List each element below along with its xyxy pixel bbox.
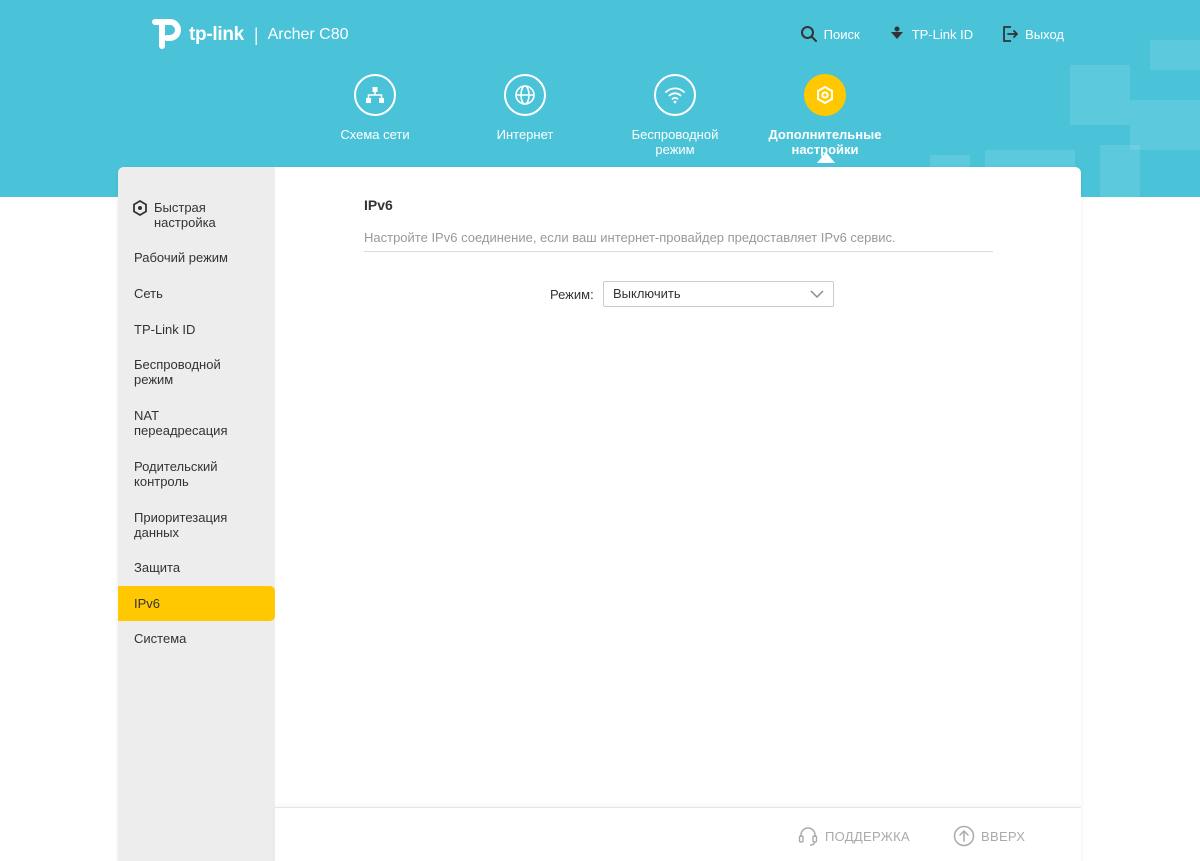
- sidebar-item-system[interactable]: Система: [118, 631, 275, 646]
- back-to-top-link[interactable]: ВВЕРХ: [953, 825, 1025, 847]
- chevron-down-icon: [810, 290, 824, 298]
- tp-link-logo-icon: [152, 18, 186, 52]
- footer-bar: ПОДДЕРЖКА ВВЕРХ: [275, 807, 1081, 861]
- tab-network-map-label: Схема сети: [340, 127, 410, 142]
- sidebar-item-operation-mode[interactable]: Рабочий режим: [118, 250, 275, 265]
- sidebar-item-wireless[interactable]: Беспроводной режим: [118, 357, 228, 387]
- sidebar-item-quick-setup-label: Быстрая настройка: [154, 200, 216, 230]
- search-icon: [800, 26, 817, 42]
- sidebar-item-network[interactable]: Сеть: [118, 286, 275, 301]
- wifi-icon: [654, 74, 696, 116]
- main-content: IPv6 Настройте IPv6 соединение, если ваш…: [275, 167, 1081, 807]
- tp-link-logo: tp-link | Archer C80: [152, 18, 349, 52]
- header-decoration: [1100, 145, 1140, 197]
- header-decoration: [1130, 100, 1200, 150]
- back-to-top-label: ВВЕРХ: [981, 828, 1026, 844]
- active-tab-pointer: [817, 152, 835, 163]
- sidebar-item-parental-controls[interactable]: Родительский контроль: [118, 459, 228, 489]
- sidebar-item-tplink-id[interactable]: TP-Link ID: [118, 322, 275, 337]
- internet-globe-icon: [504, 74, 546, 116]
- header-decoration: [1150, 40, 1200, 70]
- tab-wireless-label: Беспроводной режим: [631, 127, 719, 157]
- advanced-gear-icon: [804, 74, 846, 116]
- tab-advanced[interactable]: Дополнительные настройки: [750, 74, 900, 157]
- sidebar-item-ipv6[interactable]: IPv6: [118, 586, 275, 621]
- top-links: Поиск TP-Link ID Выход: [800, 25, 1064, 43]
- support-link-label: ПОДДЕРЖКА: [825, 828, 910, 844]
- header-decoration: [1070, 65, 1130, 125]
- section-divider: [364, 251, 993, 252]
- sidebar-item-qos[interactable]: Приоритезация данных: [118, 510, 238, 540]
- sidebar-item-nat-forwarding[interactable]: NAT переадресация: [118, 408, 243, 438]
- brand-name: tp-link: [189, 24, 244, 45]
- mode-label: Режим:: [550, 287, 594, 302]
- tplink-id-icon: [890, 26, 903, 39]
- mode-select[interactable]: Выключить: [603, 281, 834, 307]
- search-link-label: Поиск: [823, 26, 860, 42]
- sidebar-item-quick-setup[interactable]: Быстрая настройка: [118, 199, 275, 230]
- tab-internet-label: Интернет: [496, 127, 554, 142]
- sidebar-item-security[interactable]: Защита: [118, 560, 275, 575]
- settings-panel: Быстрая настройка Рабочий режим Сеть TP-…: [118, 167, 1081, 861]
- page-title: IPv6: [364, 197, 393, 213]
- tplink-id-link-label: TP-Link ID: [911, 26, 974, 42]
- page-description: Настройте IPv6 соединение, если ваш инте…: [364, 230, 896, 245]
- tab-wireless[interactable]: Беспроводной режим: [600, 74, 750, 157]
- mode-select-value: Выключить: [613, 286, 681, 301]
- tplink-id-link[interactable]: TP-Link ID: [888, 25, 973, 43]
- arrow-up-circle-icon: [953, 825, 975, 847]
- tab-network-map[interactable]: Схема сети: [300, 74, 450, 142]
- tab-internet[interactable]: Интернет: [450, 74, 600, 142]
- quick-setup-icon: [133, 199, 147, 217]
- headset-icon: [798, 827, 818, 846]
- model-name: Archer C80: [267, 26, 349, 43]
- logout-icon: [1003, 26, 1018, 42]
- logout-link[interactable]: Выход: [1001, 25, 1064, 43]
- logout-link-label: Выход: [1025, 26, 1064, 42]
- logo-separator: |: [253, 24, 259, 45]
- network-map-icon: [354, 74, 396, 116]
- search-link[interactable]: Поиск: [800, 25, 860, 43]
- support-link[interactable]: ПОДДЕРЖКА: [797, 825, 910, 847]
- sidebar: Быстрая настройка Рабочий режим Сеть TP-…: [118, 167, 275, 861]
